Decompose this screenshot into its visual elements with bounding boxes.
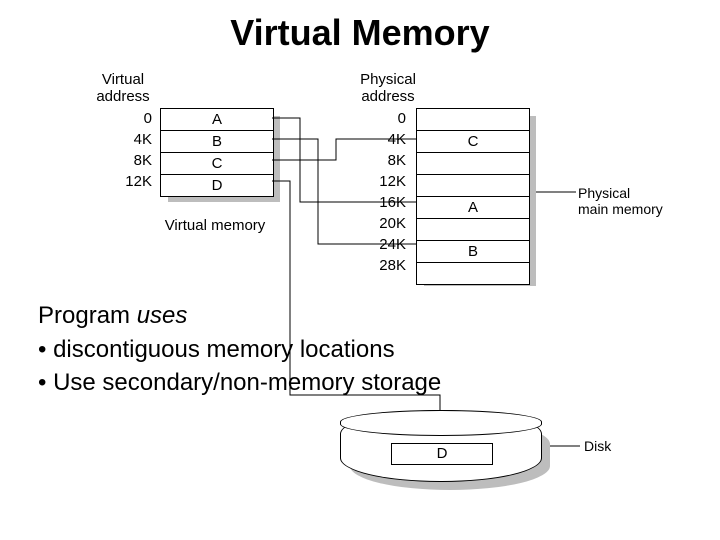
physical-table: C A B <box>416 108 530 285</box>
physical-addr-4: 16K <box>346 192 406 213</box>
virtual-addr-3: 12K <box>102 171 152 192</box>
physical-addr-5: 20K <box>346 213 406 234</box>
virtual-row-D: D <box>161 175 273 196</box>
physical-addr-6: 24K <box>346 234 406 255</box>
physical-main-memory-label: Physical main memory <box>578 185 698 217</box>
body-text: Program uses discontiguous memory locati… <box>38 300 441 399</box>
physical-header-l2: address <box>361 88 414 105</box>
virtual-addr-col: 0 4K 8K 12K <box>102 108 152 192</box>
virtual-addr-1: 4K <box>102 129 152 150</box>
lead-line: Program uses <box>38 300 441 332</box>
disk-row-D: D <box>391 443 493 465</box>
virtual-table: A B C D <box>160 108 274 197</box>
bullet-2: Use secondary/non-memory storage <box>38 367 441 399</box>
page-title: Virtual Memory <box>0 12 720 54</box>
bullet-1: discontiguous memory locations <box>38 334 441 366</box>
virtual-row-A: A <box>161 109 273 131</box>
physical-addr-3: 12K <box>346 171 406 192</box>
physical-row-4: A <box>417 197 529 219</box>
lead-plain: Program <box>38 302 137 329</box>
physical-addr-7: 28K <box>346 255 406 276</box>
disk-cylinder: D <box>340 410 542 482</box>
physical-addr-0: 0 <box>346 108 406 129</box>
physical-row-6: B <box>417 241 529 263</box>
disk-label: Disk <box>584 438 611 454</box>
physical-addr-col: 0 4K 8K 12K 16K 20K 24K 28K <box>346 108 406 276</box>
physical-addr-1: 4K <box>346 129 406 150</box>
physical-header-l1: Physical <box>360 71 416 88</box>
physical-label-l1: Physical <box>578 185 630 201</box>
physical-row-3 <box>417 175 529 197</box>
lead-italic: uses <box>137 302 188 329</box>
physical-addr-2: 8K <box>346 150 406 171</box>
physical-row-5 <box>417 219 529 241</box>
virtual-row-C: C <box>161 153 273 175</box>
virtual-header: Virtual address <box>88 72 158 105</box>
physical-row-0 <box>417 109 529 131</box>
virtual-addr-0: 0 <box>102 108 152 129</box>
physical-row-2 <box>417 153 529 175</box>
virtual-header-l1: Virtual <box>102 71 144 88</box>
virtual-addr-2: 8K <box>102 150 152 171</box>
physical-label-l2: main memory <box>578 201 663 217</box>
virtual-header-l2: address <box>96 88 149 105</box>
virtual-row-B: B <box>161 131 273 153</box>
virtual-caption: Virtual memory <box>140 218 290 235</box>
physical-row-7 <box>417 263 529 284</box>
physical-row-1: C <box>417 131 529 153</box>
physical-header: Physical address <box>348 72 428 105</box>
